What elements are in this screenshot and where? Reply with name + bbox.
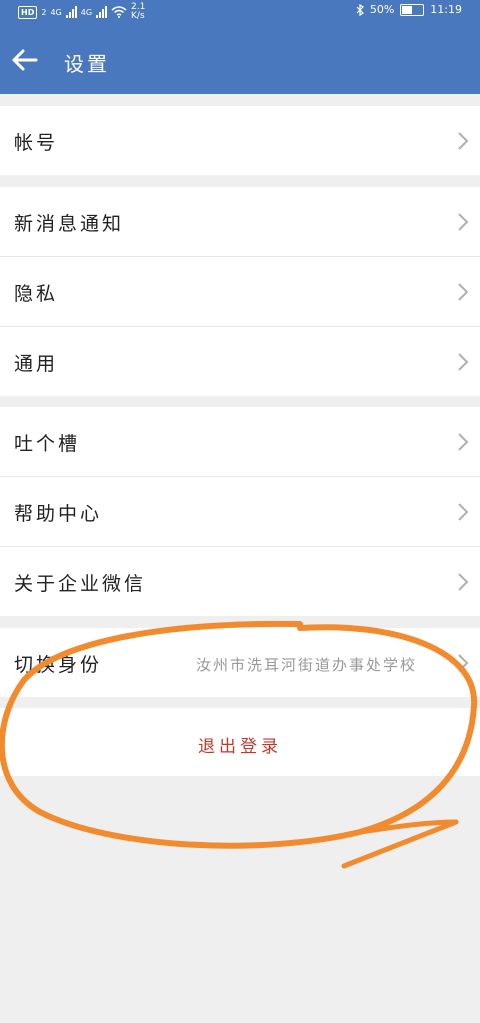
app-header: 设置 xyxy=(0,22,480,94)
settings-item-label: 通用 xyxy=(14,353,59,375)
status-bar: HD 2 4G 4G 2.1 K/s 50% 11:19 xyxy=(0,0,480,22)
back-button[interactable] xyxy=(8,44,40,76)
settings-item-label: 帐号 xyxy=(14,132,59,154)
bluetooth-icon xyxy=(356,3,364,16)
battery-icon xyxy=(400,3,425,16)
chevron-right-icon xyxy=(458,573,469,591)
hd-badge: HD xyxy=(18,5,38,19)
settings-item-label: 隐私 xyxy=(14,283,59,305)
settings-item-label: 吐个槽 xyxy=(14,433,81,455)
settings-group-general: 新消息通知 隐私 通用 xyxy=(0,187,480,396)
settings-item-switch-identity[interactable]: 切换身份 汝州市洗耳河街道办事处学校 xyxy=(0,628,480,697)
settings-group-support: 吐个槽 帮助中心 关于企业微信 xyxy=(0,407,480,616)
status-left: HD 2 4G 4G 2.1 K/s xyxy=(18,3,145,21)
signal-icon xyxy=(96,6,108,18)
settings-item-about[interactable]: 关于企业微信 xyxy=(0,547,480,616)
settings-item-label: 切换身份 xyxy=(14,654,103,676)
arrow-left-icon xyxy=(12,49,38,71)
settings-group-identity: 切换身份 汝州市洗耳河街道办事处学校 xyxy=(0,628,480,697)
settings-item-privacy[interactable]: 隐私 xyxy=(0,257,480,327)
settings-item-label: 帮助中心 xyxy=(14,503,103,525)
logout-button[interactable]: 退出登录 xyxy=(0,708,480,776)
settings-item-general[interactable]: 通用 xyxy=(0,327,480,396)
chevron-right-icon xyxy=(458,132,469,150)
sim-slot: 2 xyxy=(41,7,47,17)
network-type-2: 4G xyxy=(80,7,93,17)
chevron-right-icon xyxy=(458,654,469,672)
clock: 11:19 xyxy=(430,3,462,16)
settings-item-notifications[interactable]: 新消息通知 xyxy=(0,187,480,257)
settings-group-account: 帐号 xyxy=(0,106,480,175)
chevron-right-icon xyxy=(458,213,469,231)
page-title: 设置 xyxy=(64,52,110,76)
wifi-icon xyxy=(111,6,127,18)
settings-item-account[interactable]: 帐号 xyxy=(0,106,480,175)
current-identity-value: 汝州市洗耳河街道办事处学校 xyxy=(196,656,418,674)
settings-item-feedback[interactable]: 吐个槽 xyxy=(0,407,480,477)
chevron-right-icon xyxy=(458,283,469,301)
settings-item-label: 关于企业微信 xyxy=(14,573,147,595)
speed-unit: K/s xyxy=(131,11,145,21)
logout-label: 退出登录 xyxy=(198,737,282,757)
signal-icon xyxy=(65,6,77,18)
settings-item-label: 新消息通知 xyxy=(14,213,125,235)
network-speed: 2.1 K/s xyxy=(131,3,145,21)
chevron-right-icon xyxy=(458,433,469,451)
status-right: 50% 11:19 xyxy=(356,3,462,16)
network-type-1: 4G xyxy=(50,7,62,17)
battery-percent: 50% xyxy=(369,3,395,16)
settings-item-help-center[interactable]: 帮助中心 xyxy=(0,477,480,547)
chevron-right-icon xyxy=(458,503,469,521)
chevron-right-icon xyxy=(458,353,469,371)
